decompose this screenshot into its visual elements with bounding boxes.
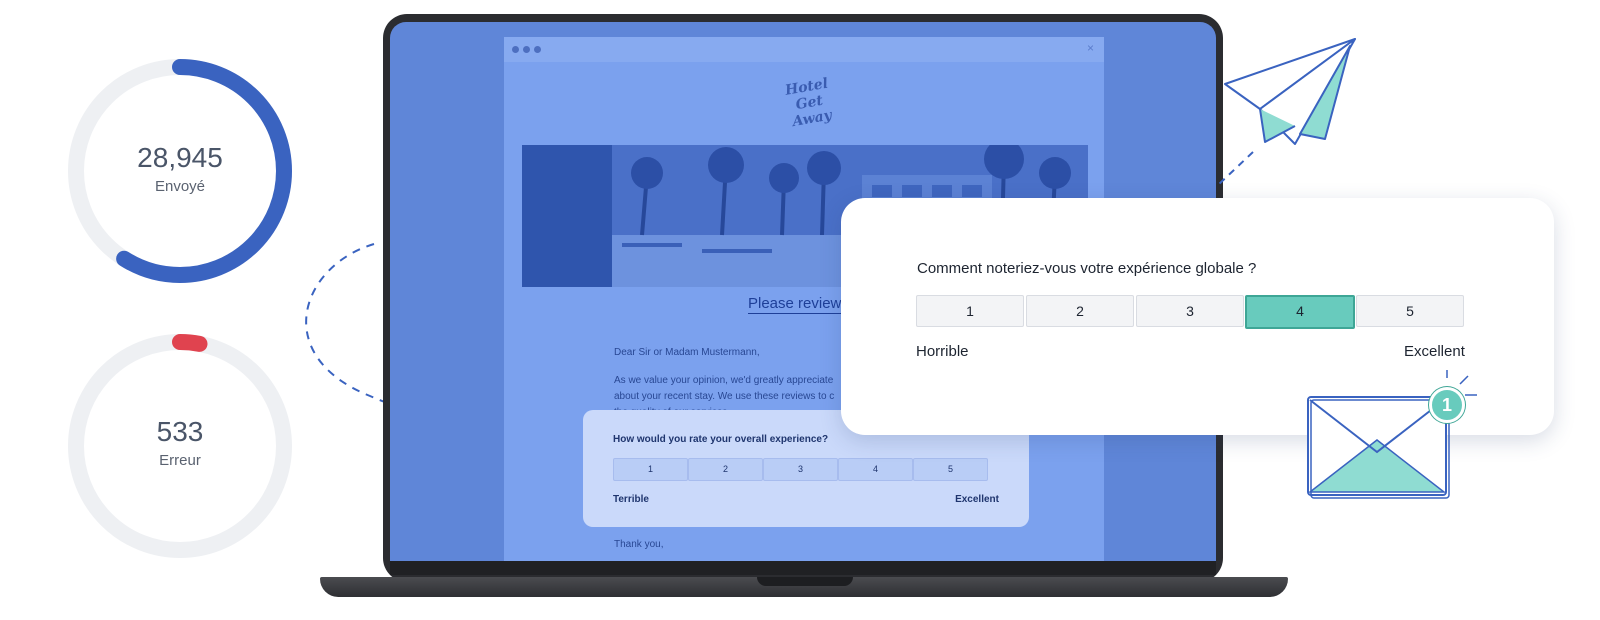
email-rating-option-3[interactable]: 3 bbox=[763, 458, 838, 481]
rating-option-1[interactable]: 1 bbox=[916, 295, 1024, 327]
email-greeting: Dear Sir or Madam Mustermann, bbox=[614, 347, 760, 358]
rating-option-5[interactable]: 5 bbox=[1356, 295, 1464, 327]
rating-option-2[interactable]: 2 bbox=[1026, 295, 1134, 327]
scale-low-label: Horrible bbox=[916, 343, 969, 360]
error-stat: 533 Erreur bbox=[64, 416, 296, 469]
email-closing: Thank you, bbox=[614, 539, 664, 550]
sent-count: 28,945 bbox=[137, 142, 223, 173]
rating-option-3[interactable]: 3 bbox=[1136, 295, 1244, 327]
email-body-line: As we value your opinion, we'd greatly a… bbox=[614, 375, 834, 386]
email-rating-option-5[interactable]: 5 bbox=[913, 458, 988, 481]
sent-label: Envoyé bbox=[154, 178, 206, 195]
email-rating-option-1[interactable]: 1 bbox=[613, 458, 688, 481]
rating-option-4-selected[interactable]: 4 bbox=[1245, 295, 1355, 329]
close-icon[interactable]: × bbox=[1087, 41, 1094, 55]
email-scale-high-label: Excellent bbox=[955, 494, 999, 505]
envelope-icon bbox=[1307, 370, 1477, 499]
window-dot-icon[interactable] bbox=[512, 46, 519, 53]
survey-question: Comment noteriez-vous votre expérience g… bbox=[917, 260, 1257, 277]
window-titlebar: × bbox=[504, 37, 1104, 62]
laptop-bezel bbox=[390, 561, 1216, 575]
laptop-notch bbox=[757, 577, 853, 586]
email-survey-question: How would you rate your overall experien… bbox=[613, 434, 829, 445]
notification-badge-icon: 1 bbox=[1429, 387, 1465, 423]
error-count: 533 bbox=[156, 416, 204, 447]
paper-plane-icon bbox=[1216, 38, 1356, 187]
window-dot-icon[interactable] bbox=[523, 46, 530, 53]
sent-stat: 28,945 Envoyé bbox=[64, 142, 296, 195]
error-label: Erreur bbox=[159, 452, 201, 469]
email-body-line: about your recent stay. We use these rev… bbox=[614, 391, 835, 402]
scale-high-label: Excellent bbox=[1404, 343, 1465, 360]
email-rating-option-2[interactable]: 2 bbox=[688, 458, 763, 481]
hotel-logo: Hotel Get Away bbox=[771, 73, 848, 130]
email-rating-option-4[interactable]: 4 bbox=[838, 458, 913, 481]
email-scale-low-label: Terrible bbox=[613, 494, 649, 505]
window-dot-icon[interactable] bbox=[534, 46, 541, 53]
